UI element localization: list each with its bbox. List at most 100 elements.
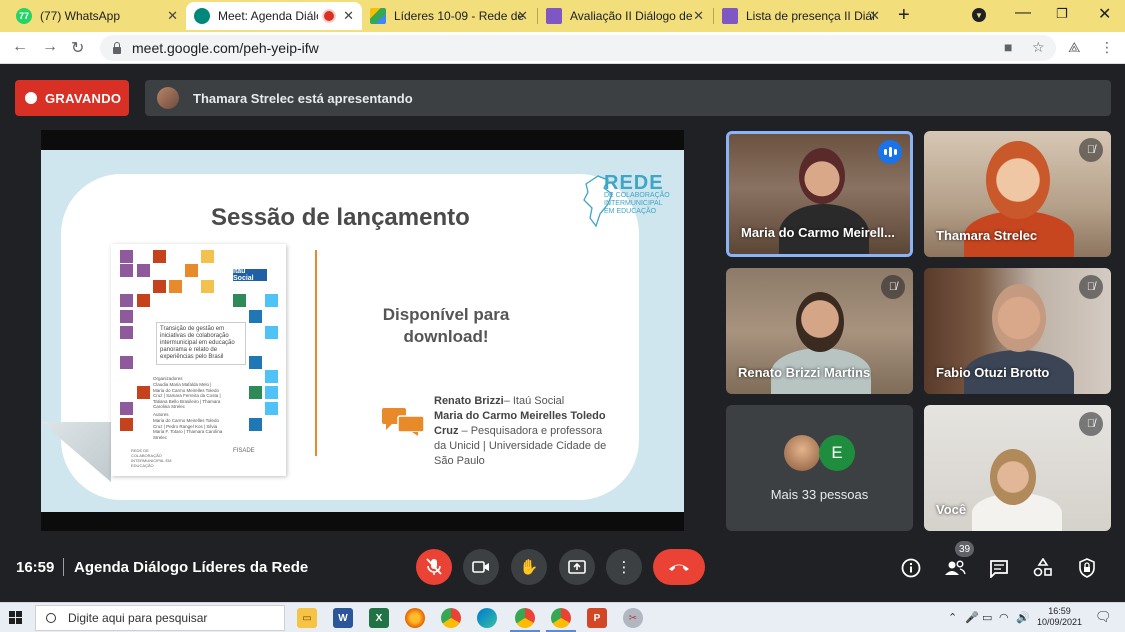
powerpoint-icon[interactable]: P	[587, 608, 607, 628]
chat-icon	[990, 559, 1008, 578]
meeting-clock: 16:59	[16, 559, 55, 576]
more-vert-icon: ⋮	[616, 559, 632, 576]
menu-kebab-icon[interactable]: ⋮	[1100, 39, 1114, 56]
present-screen-icon	[568, 559, 586, 574]
bookmark-star-icon[interactable]: ☆	[1032, 39, 1045, 56]
battery-icon[interactable]: ▭	[982, 611, 992, 624]
chat-button[interactable]	[987, 556, 1011, 580]
chrome-profile-icon[interactable]	[551, 608, 571, 628]
presenter-avatar	[157, 87, 179, 109]
recording-indicator: GRAVANDO	[15, 80, 129, 116]
windows-taskbar: Digite aqui para pesquisar ▭ W X P ✂ ⌃ 🎤…	[0, 602, 1125, 632]
tab-meet[interactable]: Meet: Agenda Diálogo ✕	[186, 2, 362, 30]
info-icon	[901, 558, 921, 578]
taskbar-search-placeholder: Digite aqui para pesquisar	[68, 611, 208, 625]
taskbar-clock[interactable]: 16:59 10/09/2021	[1037, 606, 1082, 628]
wifi-icon[interactable]: ◠	[999, 611, 1009, 624]
participant-face	[990, 449, 1036, 505]
close-icon[interactable]: ✕	[869, 8, 880, 24]
download-callout: Disponível para download!	[382, 305, 510, 346]
new-tab-button[interactable]: +	[898, 4, 910, 27]
participant-face	[796, 292, 844, 352]
snipping-tool-icon[interactable]: ✂	[623, 608, 643, 628]
participant-avatar-letter: E	[819, 435, 855, 471]
book-title: Transição de gestão em iniciativas de co…	[156, 322, 246, 365]
more-options-button[interactable]: ⋮	[606, 549, 642, 585]
microphone-toggle-button[interactable]	[416, 549, 452, 585]
tab-search-icon[interactable]: ▼	[972, 8, 986, 22]
close-icon[interactable]: ✕	[343, 8, 354, 24]
chrome-icon[interactable]	[441, 608, 461, 628]
close-icon[interactable]: ✕	[517, 8, 528, 24]
drive-icon	[370, 8, 386, 24]
mic-off-icon: 🎙̸	[1079, 138, 1103, 162]
more-participants-label: Mais 33 pessoas	[770, 487, 869, 502]
participant-tile[interactable]: 🎙̸ Renato Brizzi Martins	[726, 268, 913, 394]
self-view-tile[interactable]: 🎙̸ Você	[924, 405, 1111, 531]
video-camera-icon	[472, 561, 489, 573]
chat-bubbles-icon	[382, 408, 425, 436]
forward-arrow-icon[interactable]: →	[42, 38, 58, 56]
host-controls-button[interactable]	[1075, 556, 1099, 580]
leave-call-button[interactable]	[653, 549, 705, 585]
meeting-title: Agenda Diálogo Líderes da Rede	[74, 559, 309, 576]
address-bar[interactable]: meet.google.com/peh-yeip-ifw	[100, 35, 1056, 61]
back-arrow-icon[interactable]: ←	[12, 38, 28, 56]
close-icon[interactable]: ✕	[167, 8, 178, 24]
taskbar-time: 16:59	[1048, 606, 1071, 616]
participant-tile[interactable]: 🎙̸ Fabio Otuzi Brotto	[924, 268, 1111, 394]
people-button[interactable]	[943, 556, 967, 580]
book-authors: Maria do Carmo Meirelles Toledo Cruz | P…	[153, 418, 223, 440]
windows-start-button[interactable]	[9, 611, 23, 625]
chrome-profile-icon[interactable]	[515, 608, 535, 628]
file-explorer-icon[interactable]: ▭	[297, 608, 317, 628]
firefox-icon[interactable]	[405, 608, 425, 628]
speakers-list: Renato Brizzi– Itaú Social Maria do Carm…	[434, 394, 614, 469]
presenting-banner: Thamara Strelec está apresentando	[145, 80, 1111, 116]
camera-icon[interactable]: ■	[1004, 39, 1012, 55]
activities-button[interactable]	[1031, 556, 1055, 580]
minimize-button[interactable]: —	[1015, 4, 1031, 22]
tab-forms-avaliacao[interactable]: Avaliação II Diálogo de ✕	[538, 2, 712, 30]
more-participants-tile[interactable]: E Mais 33 pessoas	[726, 405, 913, 531]
participant-name: Você	[936, 502, 967, 517]
participant-name: Maria do Carmo Meirell...	[741, 225, 895, 240]
book-organizers: Claudia Maria Mafalda Melo | Maria do Ca…	[153, 382, 221, 409]
tray-chevron-icon[interactable]: ⌃	[948, 611, 957, 624]
word-icon[interactable]: W	[333, 608, 353, 628]
reload-icon[interactable]: ↻	[71, 38, 84, 58]
book-cover: Itaú Social Transição de gestão em inici…	[111, 244, 286, 476]
hang-up-icon	[669, 564, 689, 571]
tab-drive[interactable]: Líderes 10-09 - Rede de ✕	[362, 2, 536, 30]
mic-off-icon: 🎙̸	[1079, 412, 1103, 436]
excel-icon[interactable]: X	[369, 608, 389, 628]
tab-forms-presenca[interactable]: Lista de presença II Diál ✕	[714, 2, 888, 30]
present-now-button[interactable]	[559, 549, 595, 585]
edge-icon[interactable]	[477, 608, 497, 628]
tab-label: Lista de presença II Diál	[746, 9, 875, 23]
slide-divider	[315, 250, 317, 456]
participant-name: Renato Brizzi Martins	[738, 365, 871, 380]
tray-mic-icon[interactable]: 🎤	[965, 611, 979, 624]
tab-whatsapp[interactable]: 77 (77) WhatsApp ✕	[8, 2, 186, 30]
camera-toggle-button[interactable]	[463, 549, 499, 585]
notifications-icon[interactable]: 🗨	[1095, 609, 1112, 625]
recording-dot-icon	[324, 11, 334, 21]
restore-button[interactable]: ❐	[1056, 6, 1068, 22]
participant-tile[interactable]: 🎙̸ Thamara Strelec	[924, 131, 1111, 257]
meeting-details-button[interactable]	[899, 556, 923, 580]
volume-icon[interactable]: 🔊	[1016, 611, 1030, 624]
taskbar-search-box[interactable]: Digite aqui para pesquisar	[35, 605, 285, 631]
search-icon	[46, 613, 56, 623]
hand-icon: ✋	[519, 559, 539, 576]
tab-label: Líderes 10-09 - Rede de	[394, 9, 524, 23]
close-window-button[interactable]: ✕	[1098, 4, 1111, 24]
rede-logo-subtitle: DE COLABORAÇÃO INTERMUNICIPAL EM EDUCAÇÃ…	[604, 192, 670, 215]
taskbar-date: 10/09/2021	[1037, 617, 1083, 627]
raise-hand-button[interactable]: ✋	[511, 549, 547, 585]
participant-tile[interactable]: Maria do Carmo Meirell...	[726, 131, 913, 257]
close-icon[interactable]: ✕	[693, 8, 704, 24]
extension-icon[interactable]: ⟁	[1068, 39, 1081, 56]
presenting-text: Thamara Strelec está apresentando	[193, 90, 413, 106]
participant-name: Thamara Strelec	[936, 228, 1038, 243]
